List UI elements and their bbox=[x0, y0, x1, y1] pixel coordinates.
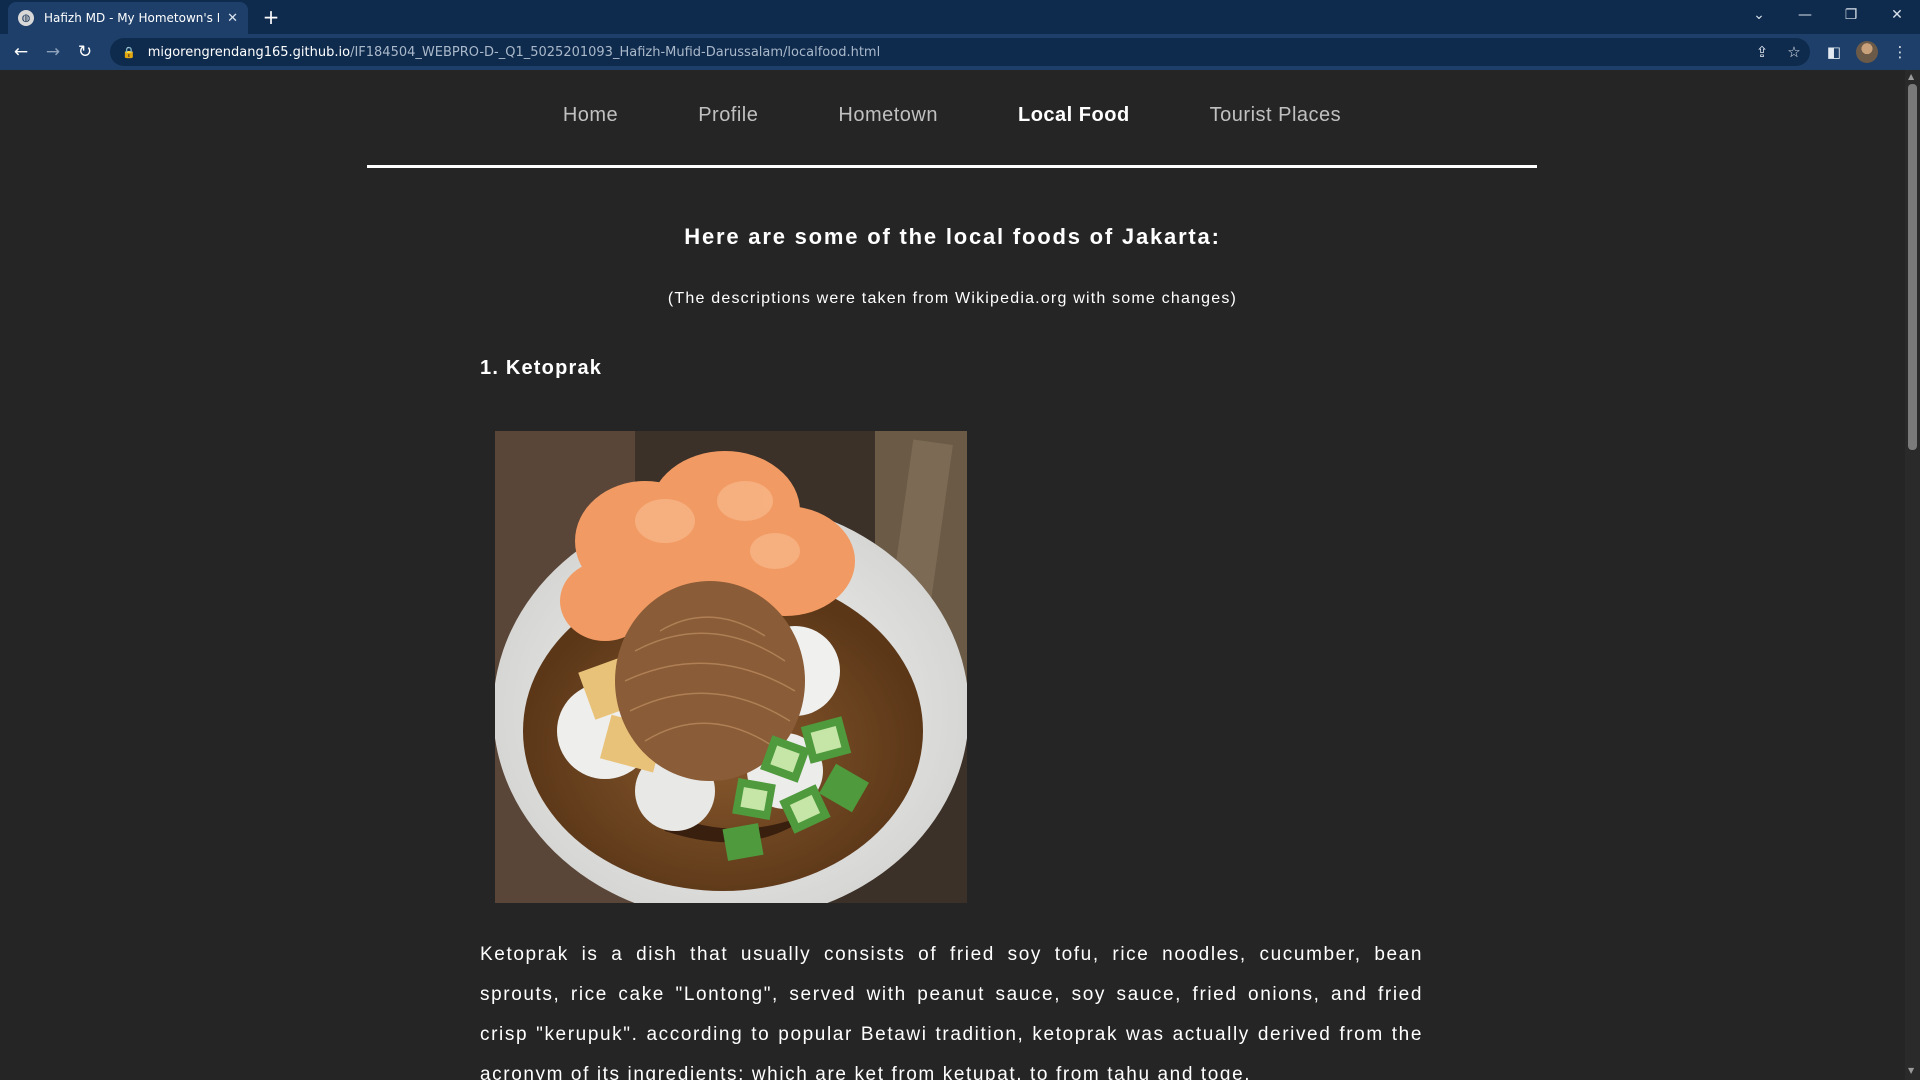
close-window-icon[interactable]: ✕ bbox=[1874, 0, 1920, 30]
url-host: migorengrendang165.github.io bbox=[147, 44, 351, 60]
scroll-up-arrow-icon[interactable]: ▲ bbox=[1908, 72, 1914, 81]
star-icon[interactable]: ☆ bbox=[1782, 40, 1806, 64]
lock-icon: 🔒 bbox=[122, 45, 136, 59]
nav-link-profile[interactable]: Profile bbox=[698, 104, 758, 127]
reload-icon[interactable]: ↻ bbox=[72, 39, 98, 65]
browser-tab[interactable]: ◍ Hafizh MD - My Hometown's Loc ✕ bbox=[8, 2, 248, 34]
globe-icon: ◍ bbox=[18, 10, 34, 26]
site-navigation: Home Profile Hometown Local Food Tourist… bbox=[367, 70, 1537, 168]
nav-link-hometown[interactable]: Hometown bbox=[838, 104, 938, 127]
tab-title: Hafizh MD - My Hometown's Loc bbox=[44, 11, 220, 25]
url-path: /IF184504_WEBPRO-D-_Q1_5025201093_Hafizh… bbox=[350, 44, 881, 60]
page-viewport: Home Profile Hometown Local Food Tourist… bbox=[0, 70, 1905, 1080]
side-panel-icon[interactable]: ◧ bbox=[1822, 40, 1846, 64]
back-icon[interactable]: ← bbox=[8, 39, 34, 65]
new-tab-button[interactable]: + bbox=[258, 4, 284, 30]
page-heading: Here are some of the local foods of Jaka… bbox=[684, 224, 1221, 249]
nav-link-tourist-places[interactable]: Tourist Places bbox=[1210, 104, 1342, 127]
close-icon[interactable]: ✕ bbox=[227, 11, 238, 26]
food-title: 1. Ketoprak bbox=[480, 357, 603, 379]
chevron-down-icon[interactable]: ⌄ bbox=[1736, 0, 1782, 30]
forward-icon[interactable]: → bbox=[40, 39, 66, 65]
nav-link-local-food[interactable]: Local Food bbox=[1018, 104, 1130, 127]
profile-avatar[interactable] bbox=[1856, 41, 1878, 63]
browser-tab-strip: ◍ Hafizh MD - My Hometown's Loc ✕ + ⌄ — … bbox=[0, 0, 1920, 34]
share-icon[interactable]: ⇪ bbox=[1750, 40, 1774, 64]
page-subheading: (The descriptions were taken from Wikipe… bbox=[667, 290, 1238, 307]
address-bar[interactable]: 🔒 migorengrendang165.github.io/IF184504_… bbox=[110, 38, 1810, 66]
food-description: Ketoprak is a dish that usually consists… bbox=[480, 944, 1423, 1080]
nav-link-home[interactable]: Home bbox=[563, 104, 618, 127]
scrollbar-thumb[interactable] bbox=[1908, 84, 1917, 450]
ketoprak-photo bbox=[495, 431, 967, 903]
minimize-icon[interactable]: — bbox=[1782, 0, 1828, 30]
page-scrollbar[interactable]: ▲ ▼ bbox=[1905, 70, 1920, 1080]
menu-dots-icon[interactable]: ⋮ bbox=[1888, 40, 1912, 64]
restore-icon[interactable]: ❐ bbox=[1828, 0, 1874, 30]
browser-toolbar: ← → ↻ 🔒 migorengrendang165.github.io/IF1… bbox=[0, 34, 1920, 70]
scroll-down-arrow-icon[interactable]: ▼ bbox=[1908, 1066, 1914, 1075]
